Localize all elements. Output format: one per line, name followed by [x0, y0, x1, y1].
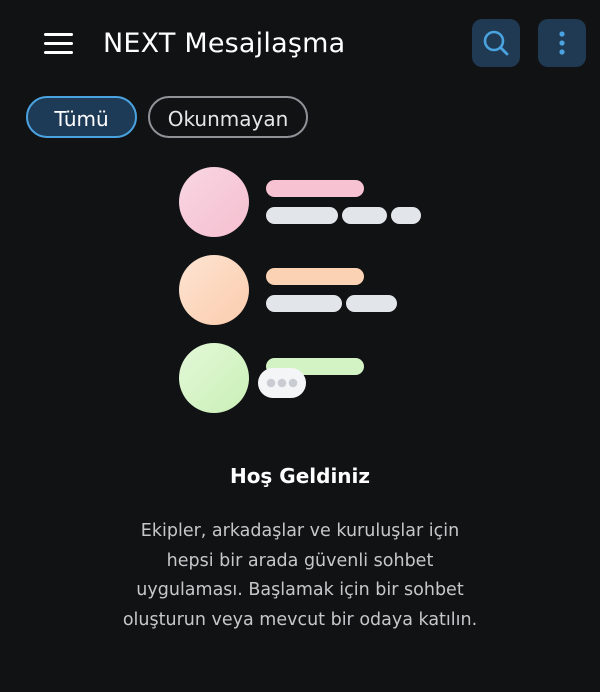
- more-vertical-icon: [559, 31, 565, 55]
- search-icon: [483, 30, 509, 56]
- placeholder-chat-row: [179, 255, 397, 325]
- avatar: [179, 255, 249, 325]
- search-button[interactable]: [472, 19, 520, 67]
- hamburger-menu-icon[interactable]: [44, 31, 74, 55]
- top-app-bar: NEXT Mesajlaşma: [0, 0, 600, 88]
- app-title: NEXT Mesajlaşma: [103, 28, 346, 59]
- tab-unread[interactable]: Okunmayan: [148, 96, 308, 138]
- avatar: [179, 167, 249, 237]
- tab-all[interactable]: Tümü: [26, 96, 137, 138]
- welcome-message: Ekipler, arkadaşlar ve kuruluşlar için h…: [122, 521, 478, 630]
- welcome-title: Hoş Geldiniz: [229, 464, 371, 488]
- placeholder-chat-row: [179, 167, 421, 237]
- avatar: [179, 343, 249, 413]
- typing-indicator-icon: [258, 368, 306, 398]
- more-options-button[interactable]: [538, 19, 586, 67]
- placeholder-chat-row: [179, 343, 364, 413]
